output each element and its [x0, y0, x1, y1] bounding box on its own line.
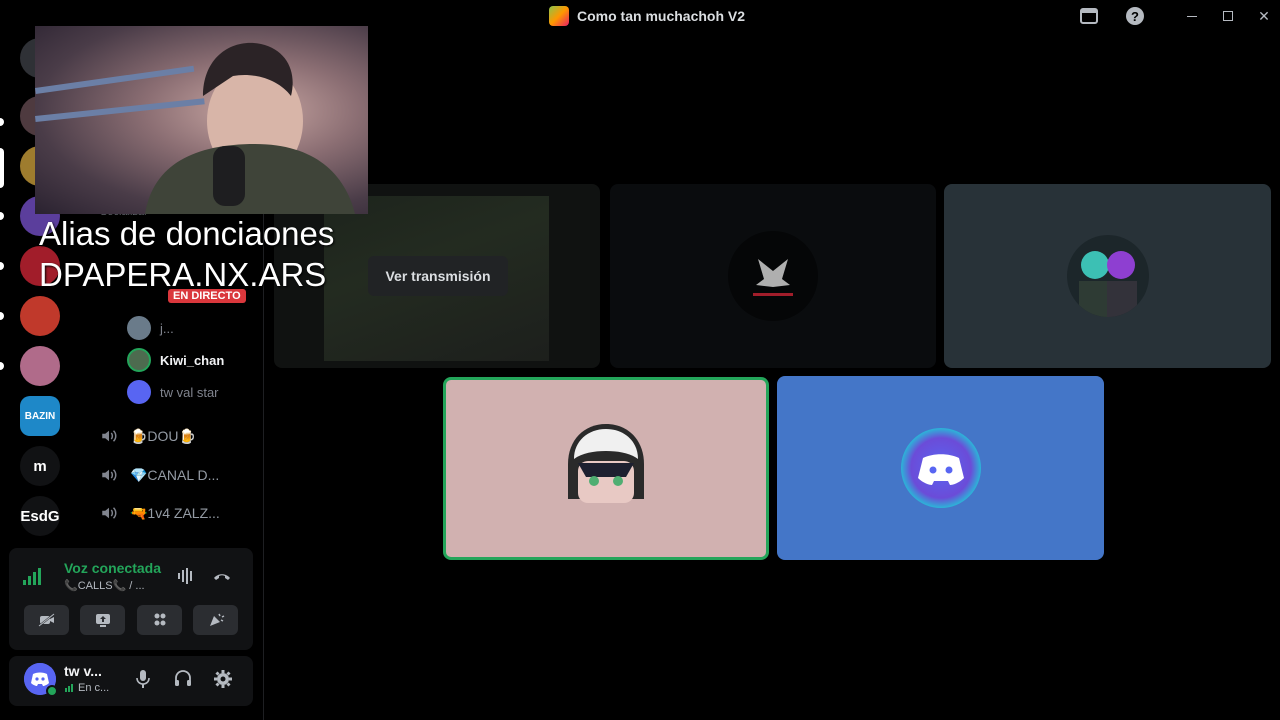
discord-logo-icon [900, 428, 981, 508]
avatar [127, 348, 151, 372]
user-status: En c... [64, 682, 109, 694]
voice-status[interactable]: Voz conectada [64, 560, 162, 576]
participant-tile[interactable] [777, 376, 1104, 560]
avatar [1066, 235, 1149, 317]
screen-share-icon [95, 614, 110, 627]
help-icon: ? [1126, 7, 1144, 25]
avatar [728, 231, 818, 321]
voice-channel-name: 🍺DOU🍺 [130, 427, 196, 444]
server-icon-esdg[interactable]: EsdG [20, 496, 60, 536]
voice-member[interactable]: j... [127, 316, 174, 340]
unread-indicator [0, 212, 4, 220]
voice-channel-name: 💎CANAL D... [130, 466, 220, 483]
settings-button[interactable] [213, 669, 233, 689]
activities-icon [154, 613, 165, 626]
avatar [127, 380, 151, 404]
voice-member-name: tw val star [160, 384, 219, 400]
voice-member-name: Kiwi_chan [160, 352, 225, 368]
camera-off-icon [37, 613, 55, 627]
minimize-icon [1187, 15, 1197, 17]
soundboard-icon [209, 613, 224, 626]
participant-tile-speaking[interactable] [443, 377, 769, 560]
activities-button[interactable] [137, 605, 182, 635]
server-icon-bazin[interactable]: BAZIN [20, 396, 60, 436]
close-icon: ✕ [1258, 7, 1270, 24]
voice-channel[interactable]: 💎CANAL D... [100, 466, 219, 484]
window-title: Como tan muchachoh V2 [549, 6, 745, 26]
unread-indicator [0, 362, 4, 370]
voice-member[interactable]: Kiwi_chan [127, 348, 224, 372]
voice-member-name: j... [160, 320, 174, 336]
webcam-overlay [35, 26, 368, 214]
window-title-text: Como tan muchachoh V2 [577, 8, 746, 24]
streamer-webcam-image [35, 42, 355, 214]
unread-indicator [0, 262, 4, 270]
voice-channel[interactable]: 🔫1v4 ZALZ... [100, 504, 220, 522]
server-icon [549, 6, 569, 26]
speaker-icon [102, 507, 117, 519]
speaker-icon [102, 469, 117, 481]
online-status-indicator [46, 685, 58, 697]
minimize-button[interactable] [1182, 6, 1202, 26]
selected-indicator [0, 148, 4, 188]
maximize-icon [1223, 11, 1233, 21]
user-status-text: En c... [78, 682, 110, 694]
microphone-icon [136, 670, 150, 688]
speaker-icon [102, 430, 117, 442]
mute-button[interactable] [133, 669, 153, 689]
voice-channel-name: 🔫1v4 ZALZ... [130, 504, 220, 521]
headphones-icon [175, 670, 191, 686]
voice-status-icon [65, 684, 73, 692]
unread-indicator [0, 312, 4, 320]
voice-channel[interactable]: 🍺DOU🍺 [100, 427, 196, 445]
voice-channel-link[interactable]: 📞CALLS📞 / ... [64, 579, 145, 592]
server-icon-6[interactable] [20, 346, 60, 386]
close-window-button[interactable]: ✕ [1254, 6, 1274, 26]
participant-tile[interactable] [610, 184, 936, 368]
camera-button[interactable] [24, 605, 69, 635]
screen-share-button[interactable] [80, 605, 125, 635]
watch-stream-button[interactable]: Ver transmisión [368, 256, 508, 296]
disconnect-icon[interactable] [212, 567, 232, 585]
voice-member[interactable]: tw val star [127, 380, 219, 404]
deafen-button[interactable] [173, 669, 193, 689]
username[interactable]: tw v... [64, 663, 102, 679]
inbox-button[interactable] [1079, 6, 1099, 26]
donation-alias-value: DPAPERA.NX.ARS [39, 256, 327, 293]
server-icon-5[interactable] [20, 296, 60, 336]
inbox-icon [1080, 8, 1098, 24]
gear-icon [214, 670, 232, 688]
noise-suppression-icon[interactable] [176, 567, 196, 585]
unread-indicator [0, 118, 4, 126]
soundboard-button[interactable] [193, 605, 238, 635]
maximize-button[interactable] [1218, 6, 1238, 26]
donation-alias-label: Alias de donciaones [39, 215, 335, 252]
server-icon-m[interactable]: m [20, 446, 60, 486]
avatar [127, 316, 151, 340]
participant-tile[interactable] [944, 184, 1271, 368]
help-button[interactable]: ? [1125, 6, 1145, 26]
avatar [568, 423, 644, 503]
signal-icon[interactable] [22, 568, 42, 586]
